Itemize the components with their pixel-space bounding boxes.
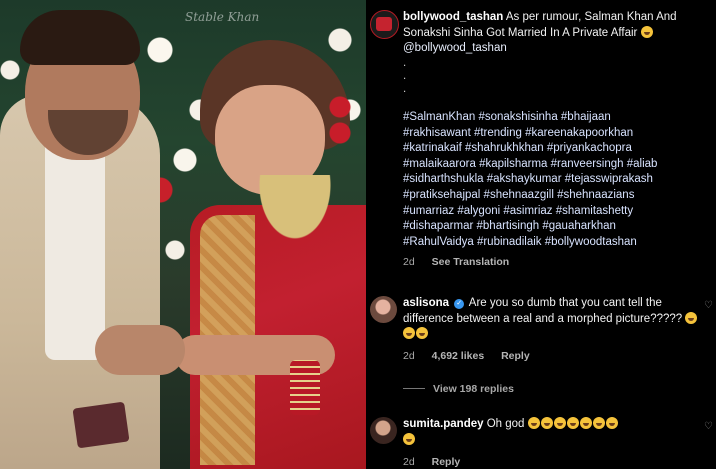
comment-age: 2d <box>403 350 415 362</box>
groom-hair <box>20 10 140 65</box>
view-replies-label: View 198 replies <box>433 383 514 395</box>
post-meta: 2d See Translation <box>403 256 509 268</box>
comment-likes[interactable]: 4,692 likes <box>432 350 485 362</box>
laughing-emoji-icon <box>579 417 592 429</box>
hair-flowers <box>325 95 355 155</box>
laughing-emoji-icon <box>403 327 415 339</box>
post-screenshot: Stable Khan bollywood_tashan As per rumo… <box>0 0 716 469</box>
ring-box <box>72 401 130 449</box>
laughing-emoji-icon <box>685 311 698 324</box>
laughing-emoji-icon <box>403 432 415 445</box>
hashtag-line[interactable]: #umarriaz #alygoni #asimriaz #shamitashe… <box>403 204 716 220</box>
post-photo: Stable Khan <box>0 0 366 469</box>
verified-badge-icon: ✓ <box>454 299 465 309</box>
caption-dot-1: . <box>403 56 407 69</box>
like-heart-icon[interactable]: ♡ <box>704 300 714 311</box>
commenter-avatar-aslisona[interactable] <box>370 296 397 323</box>
laughing-emoji-icon <box>592 417 605 429</box>
hashtag-line[interactable]: #dishaparmar #bhartisingh #gauaharkhan <box>403 219 716 235</box>
commenter-avatar-sumita[interactable] <box>370 417 397 444</box>
caption-dot-3: . <box>403 82 407 95</box>
view-replies-button[interactable]: View 198 replies <box>403 383 514 395</box>
hashtag-line[interactable]: #RahulVaidya #rubinadilaik #bollywoodtas… <box>403 235 716 251</box>
laughing-emoji-icon <box>553 417 566 429</box>
hashtag-block: #SalmanKhan #sonakshisinha #bhaijaan #ra… <box>403 110 716 250</box>
hashtag-line[interactable]: #SalmanKhan #sonakshisinha #bhaijaan <box>403 110 716 126</box>
comment-sumita: sumita.pandey Oh god <box>403 417 703 448</box>
commenter-username[interactable]: sumita.pandey <box>403 418 484 430</box>
laughing-emoji-icon <box>640 25 653 38</box>
hashtag-line[interactable]: #pratiksehajpal #shehnaazgill #shehnaazi… <box>403 188 716 204</box>
laughing-emoji-icon <box>540 417 553 429</box>
bride-bangles <box>290 360 320 415</box>
laughing-emoji-icon <box>566 417 579 429</box>
comments-panel: bollywood_tashan As per rumour, Salman K… <box>366 0 716 469</box>
poster-avatar[interactable] <box>370 10 399 39</box>
hashtag-line[interactable]: #rakhisawant #trending #kareenakapoorkha… <box>403 126 716 142</box>
hashtag-line[interactable]: #sidharthshukla #akshaykumar #tejasswipr… <box>403 172 716 188</box>
poster-username[interactable]: bollywood_tashan <box>403 11 503 23</box>
commenter-username[interactable]: aslisona <box>403 297 449 309</box>
hashtag-line[interactable]: #malaikaarora #kapilsharma #ranveersingh… <box>403 157 716 173</box>
bride-necklace <box>255 175 335 245</box>
comment-text: Oh god <box>486 418 525 430</box>
post-caption: bollywood_tashan As per rumour, Salman K… <box>403 10 713 96</box>
comment-aslisona: aslisona ✓ Are you so dumb that you cant… <box>403 296 703 343</box>
comment-meta: 2d Reply <box>403 456 474 468</box>
reply-button[interactable]: Reply <box>432 456 461 468</box>
caption-mention[interactable]: @bollywood_tashan <box>403 42 507 54</box>
hashtag-line[interactable]: #katrinakaif #shahrukhkhan #priyankachop… <box>403 141 716 157</box>
like-heart-icon[interactable]: ♡ <box>704 421 714 432</box>
post-age: 2d <box>403 256 415 268</box>
photo-watermark: Stable Khan <box>185 10 260 24</box>
comment-age: 2d <box>403 456 415 468</box>
reply-button[interactable]: Reply <box>501 350 530 362</box>
laughing-emoji-icon <box>605 417 618 429</box>
replies-divider <box>403 388 425 389</box>
laughing-emoji-icon <box>416 327 428 339</box>
comment-meta: 2d 4,692 likes Reply <box>403 350 544 362</box>
see-translation-link[interactable]: See Translation <box>432 256 510 268</box>
groom-hand <box>95 325 185 375</box>
laughing-emoji-icon <box>527 417 540 429</box>
caption-dot-2: . <box>403 69 407 82</box>
